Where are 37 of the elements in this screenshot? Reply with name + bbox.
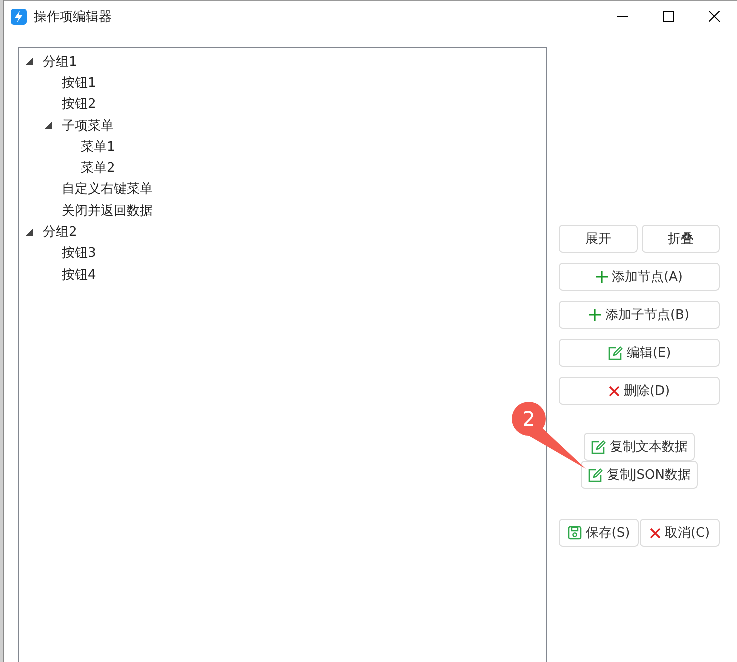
action-button[interactable]: 展开 [559,225,638,253]
plus-icon [589,309,602,321]
tree-item[interactable]: 按钮2 [62,95,96,114]
tree-item[interactable]: 按钮4 [62,266,96,284]
action-button[interactable]: 编辑(E) [559,339,720,367]
plus-icon [596,271,608,283]
expanded-arrow-icon[interactable] [45,122,52,130]
tree-item[interactable]: 菜单2 [81,159,116,178]
tree-item[interactable]: 按钮1 [62,74,96,92]
action-button[interactable]: 添加子节点(B) [559,301,720,329]
action-button[interactable]: 折叠 [642,225,720,253]
action-button[interactable]: 复制文本数据 [584,433,695,461]
window-title: 操作项编辑器 [34,8,112,26]
expanded-arrow-icon[interactable] [26,228,33,236]
action-button[interactable]: 保存(S) [559,519,639,547]
edit-icon [591,440,606,454]
app-logo-icon [11,8,27,24]
action-button[interactable]: 复制JSON数据 [580,461,698,489]
tree-item[interactable]: 子项菜单 [62,116,114,135]
tree-item[interactable]: 分组2 [43,223,78,242]
action-button[interactable]: 删除(D) [559,377,720,405]
tree-item[interactable]: 按钮3 [62,244,96,262]
expanded-arrow-icon[interactable] [26,58,33,66]
edit-icon [588,468,603,482]
close-icon [708,11,720,22]
tree-item[interactable]: 分组1 [43,52,78,71]
action-button[interactable]: 取消(C) [640,519,720,547]
callout-badge: 2 [512,402,546,436]
tree-item[interactable]: 菜单1 [81,138,116,156]
edit-icon [608,346,623,360]
save-icon [568,526,582,540]
tree-item[interactable]: 关闭并返回数据 [62,202,153,220]
close-icon [608,386,620,396]
maximize-icon [662,11,674,22]
tree-item[interactable]: 自定义右键菜单 [62,180,153,198]
close-icon [650,528,661,538]
action-button[interactable]: 添加节点(A) [559,263,720,291]
